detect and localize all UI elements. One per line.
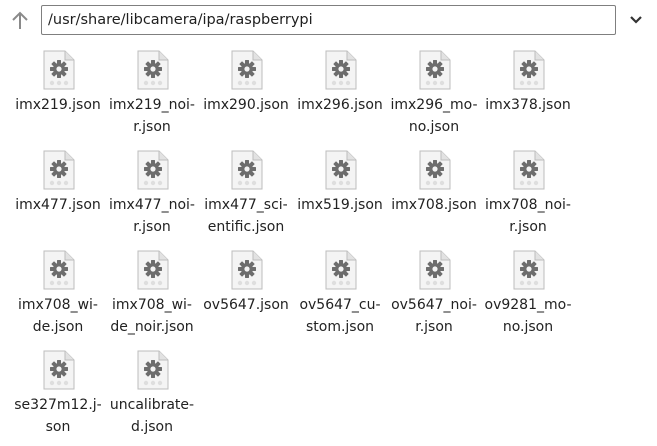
file-settings-icon [137, 50, 169, 90]
file-item[interactable]: ov5647_cu- stom.json [293, 242, 387, 342]
file-item[interactable]: imx477_sci- entific.json [199, 142, 293, 242]
file-item[interactable]: ov9281_mo- no.json [481, 242, 575, 342]
file-name-label: imx477_sci- entific.json [204, 197, 288, 235]
file-name-label: imx708_wi- de_noir.json [110, 297, 194, 335]
file-name-label: uncalibrate- d.json [109, 397, 195, 435]
file-name-label: imx519.json [297, 197, 383, 213]
file-item[interactable]: imx708_noi- r.json [481, 142, 575, 242]
file-name-label: ov9281_mo- no.json [484, 297, 572, 335]
file-item[interactable]: imx708_wi- de_noir.json [105, 242, 199, 342]
file-name-label: ov5647_cu- stom.json [299, 297, 381, 335]
file-name-label: imx708_wi- de.json [18, 297, 98, 335]
file-item[interactable]: imx296.json [293, 42, 387, 142]
file-settings-icon [513, 150, 545, 190]
file-item[interactable]: imx290.json [199, 42, 293, 142]
file-name-label: imx219.json [15, 97, 101, 113]
file-name-label: se327m12.j- son [14, 397, 102, 435]
file-item[interactable]: imx219_noi- r.json [105, 42, 199, 142]
file-name-label: imx219_noi- r.json [109, 97, 195, 135]
file-item[interactable]: ov5647.json [199, 242, 293, 342]
file-settings-icon [43, 150, 75, 190]
file-settings-icon [513, 50, 545, 90]
file-name-label: imx296.json [297, 97, 383, 113]
file-settings-icon [43, 350, 75, 390]
file-name-label: imx708.json [391, 197, 477, 213]
file-settings-icon [419, 150, 451, 190]
file-name-label: imx378.json [485, 97, 571, 113]
file-item[interactable]: imx296_mo- no.json [387, 42, 481, 142]
file-settings-icon [231, 150, 263, 190]
file-settings-icon [325, 150, 357, 190]
file-item[interactable]: imx378.json [481, 42, 575, 142]
location-toolbar: /usr/share/libcamera/ipa/raspberrypi [0, 0, 657, 42]
arrow-up-icon [12, 11, 28, 29]
file-settings-icon [231, 250, 263, 290]
chevron-down-icon [630, 16, 642, 24]
file-item[interactable]: imx708_wi- de.json [11, 242, 105, 342]
file-settings-icon [137, 250, 169, 290]
go-up-button[interactable] [6, 7, 34, 35]
path-input[interactable]: /usr/share/libcamera/ipa/raspberrypi [41, 5, 616, 35]
file-item[interactable]: se327m12.j- son [11, 342, 105, 442]
file-settings-icon [43, 50, 75, 90]
file-grid: imx219.json imx219_noi- r.json imx290.json… [0, 42, 657, 446]
file-name-label: ov5647.json [203, 297, 289, 313]
file-name-label: imx290.json [203, 97, 289, 113]
file-item[interactable]: imx519.json [293, 142, 387, 242]
file-settings-icon [419, 50, 451, 90]
file-item[interactable]: uncalibrate- d.json [105, 342, 199, 442]
file-settings-icon [325, 50, 357, 90]
file-settings-icon [513, 250, 545, 290]
file-item[interactable]: ov5647_noi- r.json [387, 242, 481, 342]
file-settings-icon [325, 250, 357, 290]
file-item[interactable]: imx477.json [11, 142, 105, 242]
file-settings-icon [137, 350, 169, 390]
file-item[interactable]: imx219.json [11, 42, 105, 142]
file-name-label: imx477.json [15, 197, 101, 213]
file-name-label: imx477_noi- r.json [109, 197, 195, 235]
file-name-label: imx708_noi- r.json [485, 197, 571, 235]
file-settings-icon [43, 250, 75, 290]
file-item[interactable]: imx708.json [387, 142, 481, 242]
path-history-dropdown[interactable] [622, 8, 650, 32]
file-settings-icon [231, 50, 263, 90]
file-settings-icon [419, 250, 451, 290]
file-name-label: imx296_mo- no.json [390, 97, 478, 135]
file-name-label: ov5647_noi- r.json [391, 297, 477, 335]
file-item[interactable]: imx477_noi- r.json [105, 142, 199, 242]
file-settings-icon [137, 150, 169, 190]
